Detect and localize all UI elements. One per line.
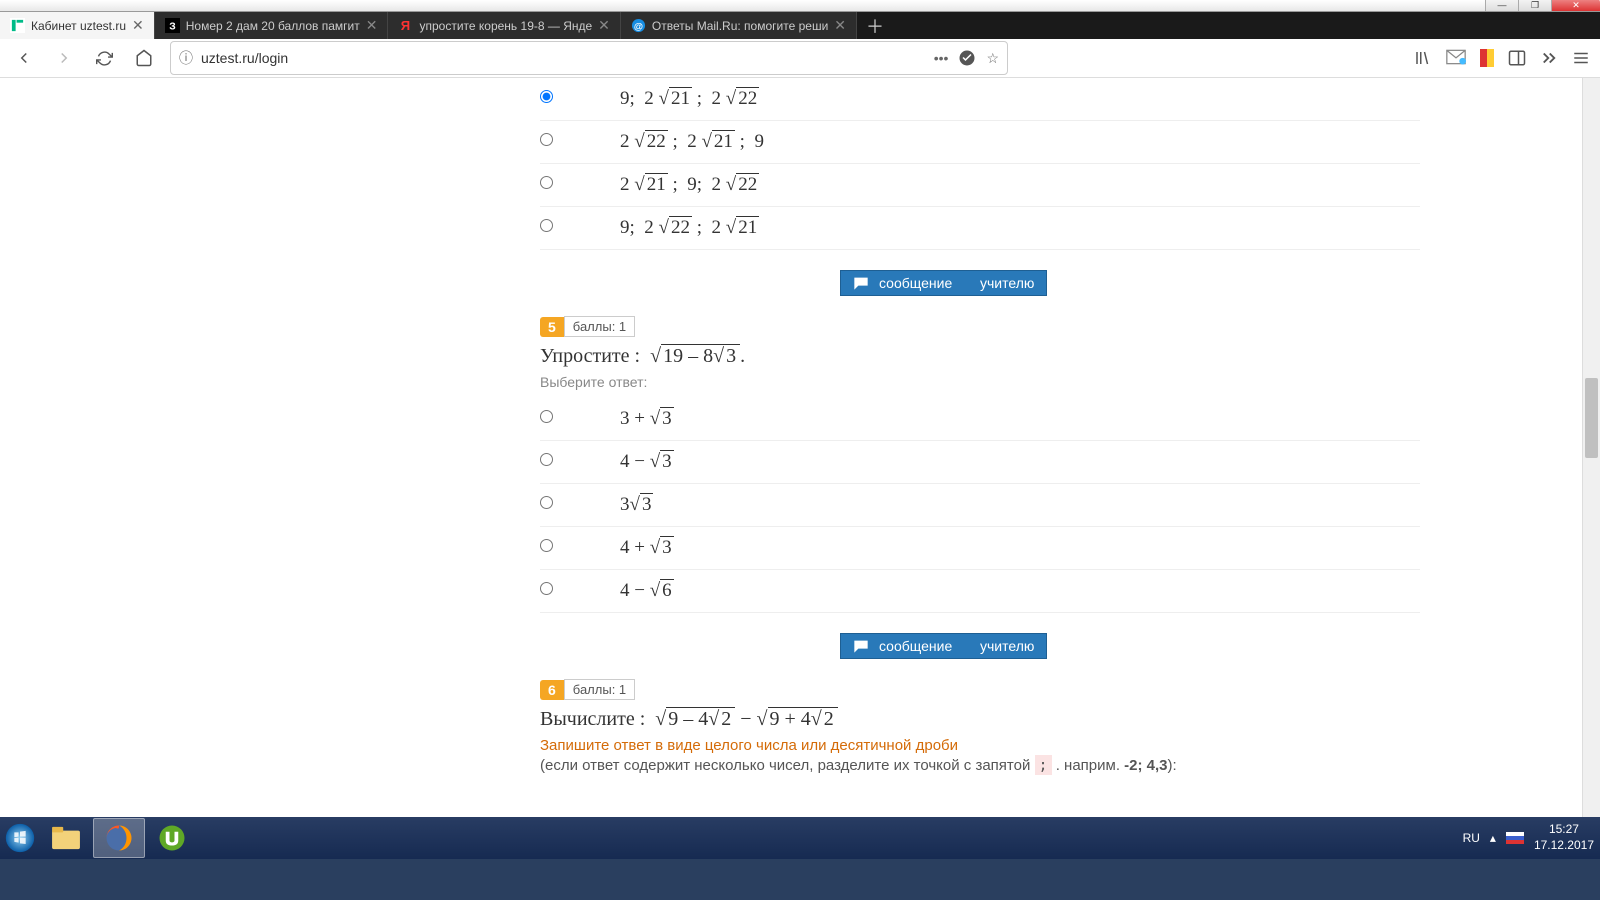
q5-option-1[interactable]: 3 + 3 (540, 398, 1420, 441)
taskbar-explorer[interactable] (41, 819, 91, 857)
tab-label: Кабинет uztest.ru (31, 19, 126, 33)
q4-option-2[interactable]: 2 22 ; 2 21 ; 9 (540, 121, 1420, 164)
chat-icon (853, 639, 869, 653)
favicon-yandex: Я (398, 18, 413, 33)
tab-label: упростите корень 19-8 — Янде (419, 19, 592, 33)
message-teacher-button[interactable]: сообщение учителю (840, 270, 1047, 296)
radio-q5-2[interactable] (540, 453, 553, 466)
q5-subtitle: Выберите ответ: (540, 374, 1420, 390)
chat-icon (853, 276, 869, 290)
scroll-thumb[interactable] (1585, 378, 1598, 458)
bookmark-icon[interactable]: ☆ (986, 50, 999, 67)
system-tray: RU ▴ 15:27 17.12.2017 (1463, 817, 1594, 859)
radio-q5-5[interactable] (540, 582, 553, 595)
option-text: 4 + 3 (620, 537, 674, 559)
library-icon[interactable] (1414, 49, 1432, 67)
clock[interactable]: 15:27 17.12.2017 (1534, 822, 1594, 853)
window-close[interactable]: ✕ (1551, 0, 1600, 11)
taskbar: RU ▴ 15:27 17.12.2017 (0, 817, 1600, 859)
option-text: 2 21 ; 9; 2 22 (620, 174, 759, 196)
q4-option-4[interactable]: 9; 2 22 ; 2 21 (540, 207, 1420, 250)
question-number: 5 (540, 317, 564, 337)
window-maximize[interactable]: ❐ (1518, 0, 1551, 11)
option-text: 4 − 3 (620, 451, 674, 473)
home-button[interactable] (130, 44, 158, 72)
language-indicator[interactable]: RU (1463, 831, 1480, 845)
tab-label: Номер 2 дам 20 баллов памгит (186, 19, 360, 33)
url-text: uztest.ru/login (201, 50, 288, 66)
address-bar[interactable]: ⓘ uztest.ru/login ••• ☆ (170, 41, 1008, 75)
question-points: баллы: 1 (564, 316, 635, 337)
q5-option-2[interactable]: 4 − 3 (540, 441, 1420, 484)
tab-uztest[interactable]: Кабинет uztest.ru ✕ (0, 12, 155, 39)
q5-header: 5 баллы: 1 (540, 316, 1420, 337)
radio-q5-4[interactable] (540, 539, 553, 552)
yandex-icon[interactable] (1480, 49, 1494, 67)
tab-close-icon[interactable]: ✕ (132, 17, 144, 34)
tab-label: Ответы Mail.Ru: помогите реши (652, 19, 828, 33)
mail-icon[interactable] (1446, 49, 1466, 67)
start-button[interactable] (0, 818, 40, 858)
tab-close-icon[interactable]: ✕ (598, 17, 610, 34)
radio-q4-2[interactable] (540, 133, 553, 146)
q5-title: Упростите : 19 – 83. (540, 345, 1420, 368)
taskbar-firefox[interactable] (93, 818, 145, 858)
sidebar-icon[interactable] (1508, 49, 1526, 67)
favicon-mailru: @ (631, 18, 646, 33)
favicon-uztest (10, 18, 25, 33)
option-text: 9; 2 21 ; 2 22 (620, 88, 759, 110)
new-tab-button[interactable]: ＋ (857, 12, 893, 39)
svg-text:Я: Я (401, 18, 410, 33)
forward-button[interactable] (50, 44, 78, 72)
option-text: 9; 2 22 ; 2 21 (620, 217, 759, 239)
tray-arrow-icon[interactable]: ▴ (1490, 831, 1496, 845)
q4-option-1[interactable]: 9; 2 21 ; 2 22 (540, 78, 1420, 121)
q5-option-4[interactable]: 4 + 3 (540, 527, 1420, 570)
pocket-icon[interactable] (958, 49, 976, 67)
message-teacher-button[interactable]: сообщение учителю (840, 633, 1047, 659)
window-minimize[interactable]: — (1485, 0, 1518, 11)
tab-yandex[interactable]: Я упростите корень 19-8 — Янде ✕ (388, 12, 620, 39)
radio-q5-3[interactable] (540, 496, 553, 509)
tab-close-icon[interactable]: ✕ (834, 17, 846, 34)
radio-q4-4[interactable] (540, 219, 553, 232)
q5-option-3[interactable]: 33 (540, 484, 1420, 527)
tab-close-icon[interactable]: ✕ (366, 17, 378, 34)
tab-mailru[interactable]: @ Ответы Mail.Ru: помогите реши ✕ (621, 12, 857, 39)
option-text: 33 (620, 494, 653, 516)
vertical-scrollbar[interactable] (1582, 78, 1600, 817)
q6-hint2: (если ответ содержит несколько чисел, ра… (540, 756, 1420, 774)
option-text: 2 22 ; 2 21 ; 9 (620, 131, 764, 153)
svg-text:@: @ (634, 21, 643, 31)
flag-icon[interactable] (1506, 831, 1524, 845)
window-titlebar: — ❐ ✕ (0, 0, 1600, 12)
menu-icon[interactable] (1572, 49, 1590, 67)
page-content: 9; 2 21 ; 2 22 2 22 ; 2 21 ; 9 2 21 ; 9;… (0, 78, 1600, 817)
q6-title: Вычислите : 9 – 42 − 9 + 42 (540, 708, 1420, 731)
option-text: 3 + 3 (620, 408, 674, 430)
q5-option-5[interactable]: 4 − 6 (540, 570, 1420, 613)
radio-q5-1[interactable] (540, 410, 553, 423)
overflow-icon[interactable] (1540, 49, 1558, 67)
option-text: 4 − 6 (620, 580, 674, 602)
back-button[interactable] (10, 44, 38, 72)
svg-text:З: З (169, 21, 175, 32)
q6-hint: Запишите ответ в виде целого числа или д… (540, 737, 1420, 754)
q4-option-3[interactable]: 2 21 ; 9; 2 22 (540, 164, 1420, 207)
question-number: 6 (540, 680, 564, 700)
radio-q4-3[interactable] (540, 176, 553, 189)
tab-znanija[interactable]: З Номер 2 дам 20 баллов памгит ✕ (155, 12, 389, 39)
question-points: баллы: 1 (564, 679, 635, 700)
radio-q4-1[interactable] (540, 90, 553, 103)
favicon-znanija: З (165, 18, 180, 33)
more-icon[interactable]: ••• (934, 50, 949, 66)
reload-button[interactable] (90, 44, 118, 72)
browser-tabstrip: Кабинет uztest.ru ✕ З Номер 2 дам 20 бал… (0, 12, 1600, 39)
info-icon[interactable]: ⓘ (179, 48, 193, 68)
taskbar-utorrent[interactable] (147, 819, 197, 857)
q6-header: 6 баллы: 1 (540, 679, 1420, 700)
browser-toolbar: ⓘ uztest.ru/login ••• ☆ (0, 39, 1600, 78)
